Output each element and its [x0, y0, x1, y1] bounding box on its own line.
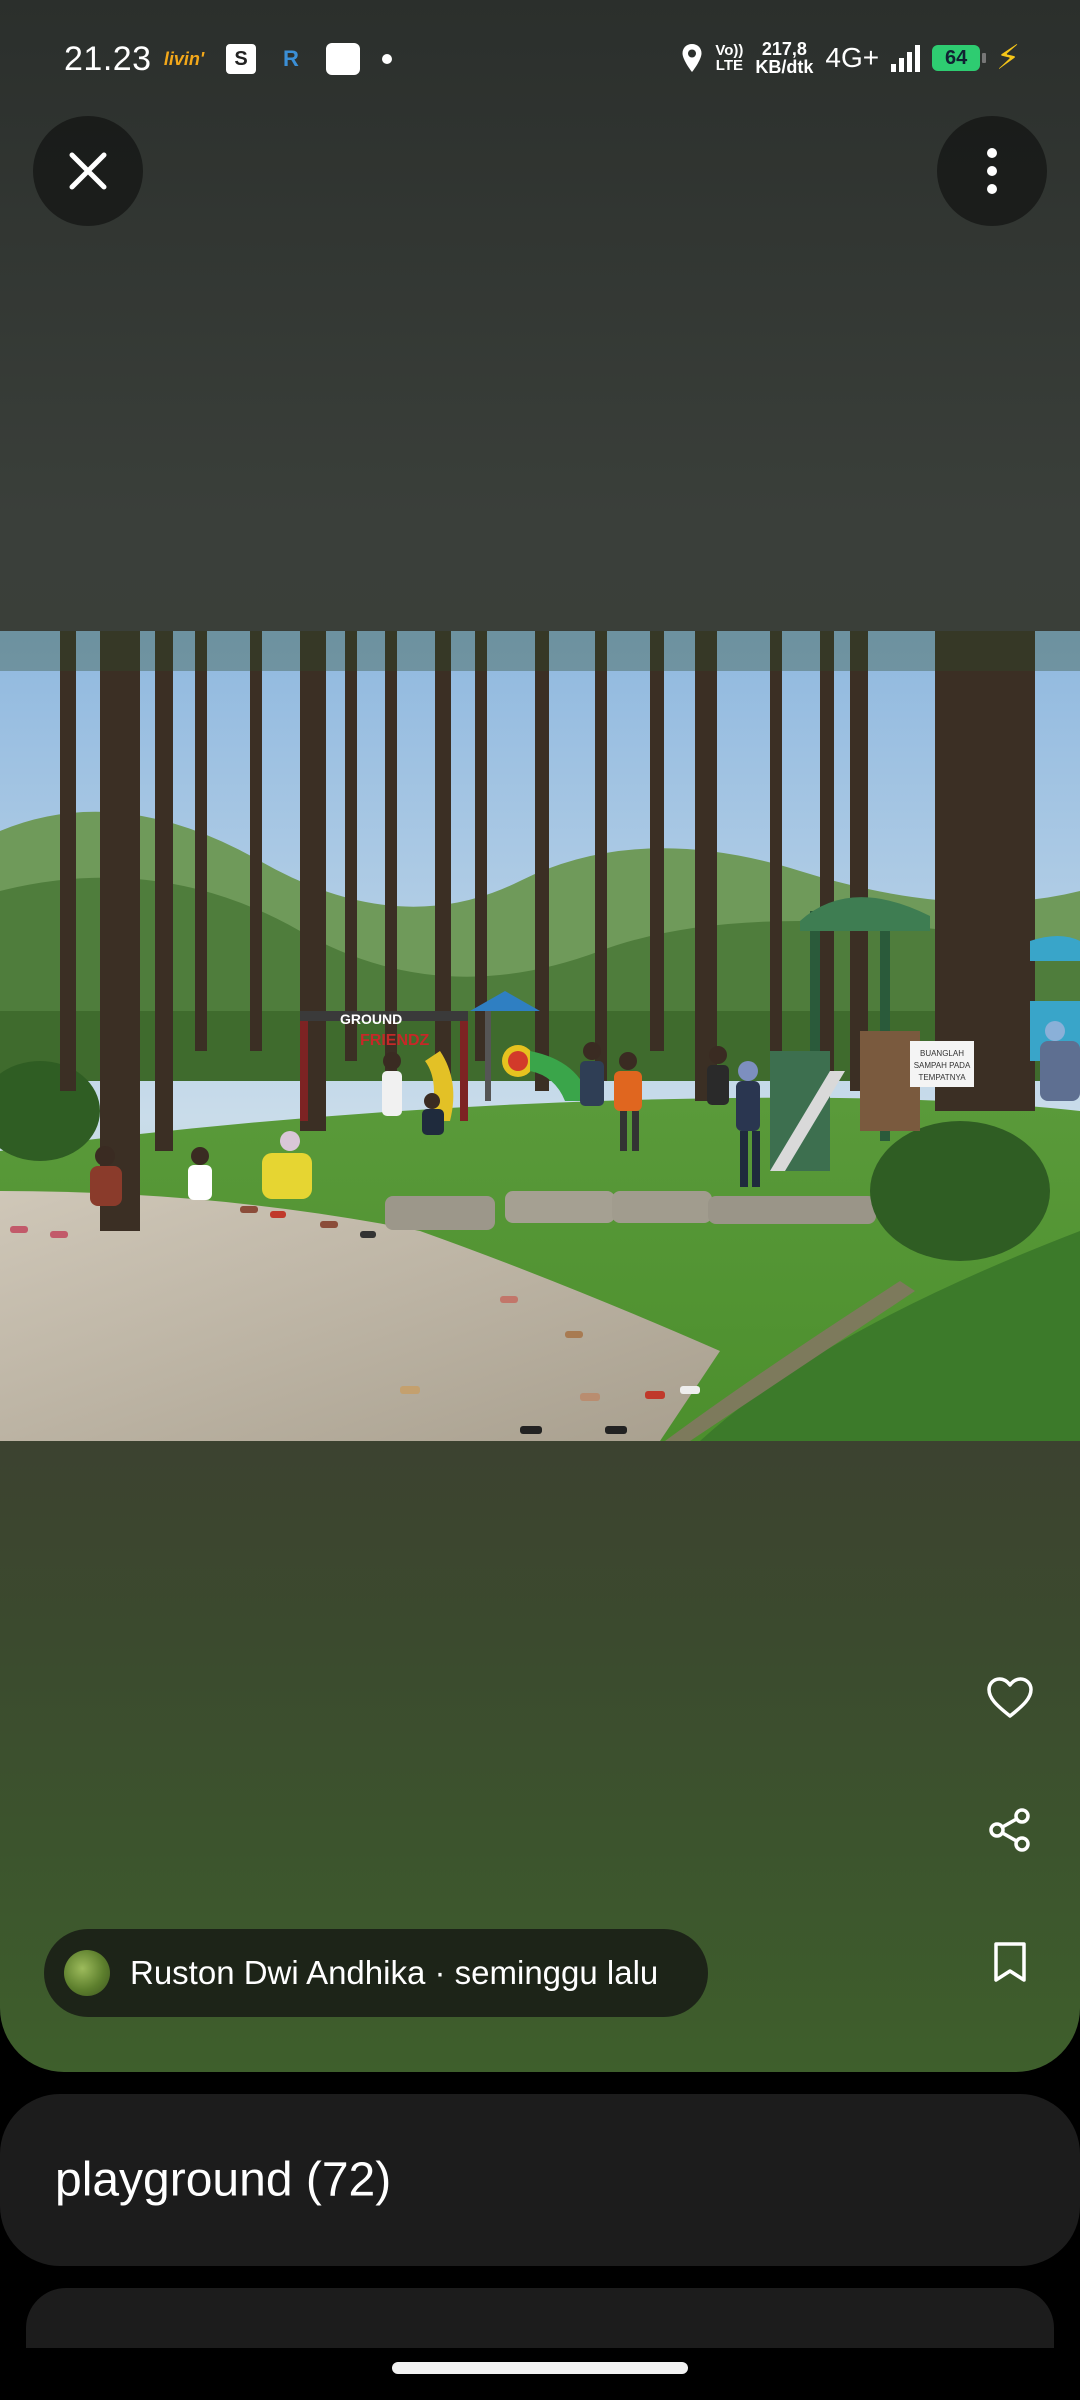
signal-icon: [891, 44, 921, 72]
network-speed: 217,8 KB/dtk: [755, 39, 814, 77]
screen: 21.23 livin' S R Vo)) LTE 217,8 KB/dtk 4…: [0, 0, 1080, 2400]
heart-icon: [987, 1677, 1033, 1718]
category-card[interactable]: playground (72): [0, 2094, 1080, 2266]
share-button[interactable]: [964, 1784, 1056, 1876]
close-button[interactable]: [33, 116, 143, 226]
save-button[interactable]: [964, 1916, 1056, 2008]
notification-icons: livin' S R: [164, 42, 392, 76]
category-title: playground (72): [55, 2153, 392, 2207]
notice-sign-text-1: BUANGLAH: [920, 1049, 964, 1058]
next-category-card[interactable]: [26, 2288, 1054, 2348]
playground-sign-top: GROUND: [340, 1011, 402, 1027]
share-icon: [989, 1808, 1030, 1852]
battery-icon: 64: [932, 45, 987, 71]
photo-viewer: 21.23 livin' S R Vo)) LTE 217,8 KB/dtk 4…: [0, 0, 1080, 2072]
notice-sign-text-2: SAMPAH PADA: [914, 1061, 971, 1070]
more-vert-icon: [987, 148, 997, 194]
bookmark-icon: [994, 1942, 1026, 1982]
photo-playground[interactable]: BUANGLAH SAMPAH PADA TEMPATNYA GROUND FR…: [0, 631, 1080, 1441]
r-app-icon: R: [283, 46, 299, 71]
location-icon: [682, 44, 702, 72]
volte-indicator: Vo)) LTE: [715, 42, 744, 74]
photo-attribution-chip[interactable]: Ruston Dwi Andhika · seminggu lalu: [44, 1929, 708, 2017]
author-avatar: [64, 1950, 110, 1996]
notice-sign-text-3: TEMPATNYA: [918, 1073, 966, 1082]
more-notifications-dot-icon: [382, 54, 392, 64]
home-indicator[interactable]: [392, 2362, 688, 2374]
more-options-button[interactable]: [937, 116, 1047, 226]
network-type: 4G+: [825, 42, 880, 73]
status-bar: 21.23 livin' S R Vo)) LTE 217,8 KB/dtk 4…: [0, 0, 1080, 120]
shopping-bag-icon: [326, 43, 360, 75]
status-time: 21.23: [64, 40, 152, 78]
battery-level: 64: [945, 46, 968, 69]
shopping-app-icon: S: [226, 44, 256, 74]
close-icon: [69, 152, 107, 190]
system-icons: Vo)) LTE 217,8 KB/dtk 4G+ 64 ⚡: [681, 38, 1020, 78]
photo-author-and-date: Ruston Dwi Andhika · seminggu lalu: [130, 1954, 659, 1991]
like-button[interactable]: [964, 1652, 1056, 1744]
livin-app-icon: livin': [163, 48, 205, 69]
charging-icon: ⚡: [996, 39, 1020, 77]
playground-sign-bottom: FRIENDZ: [360, 1032, 430, 1049]
